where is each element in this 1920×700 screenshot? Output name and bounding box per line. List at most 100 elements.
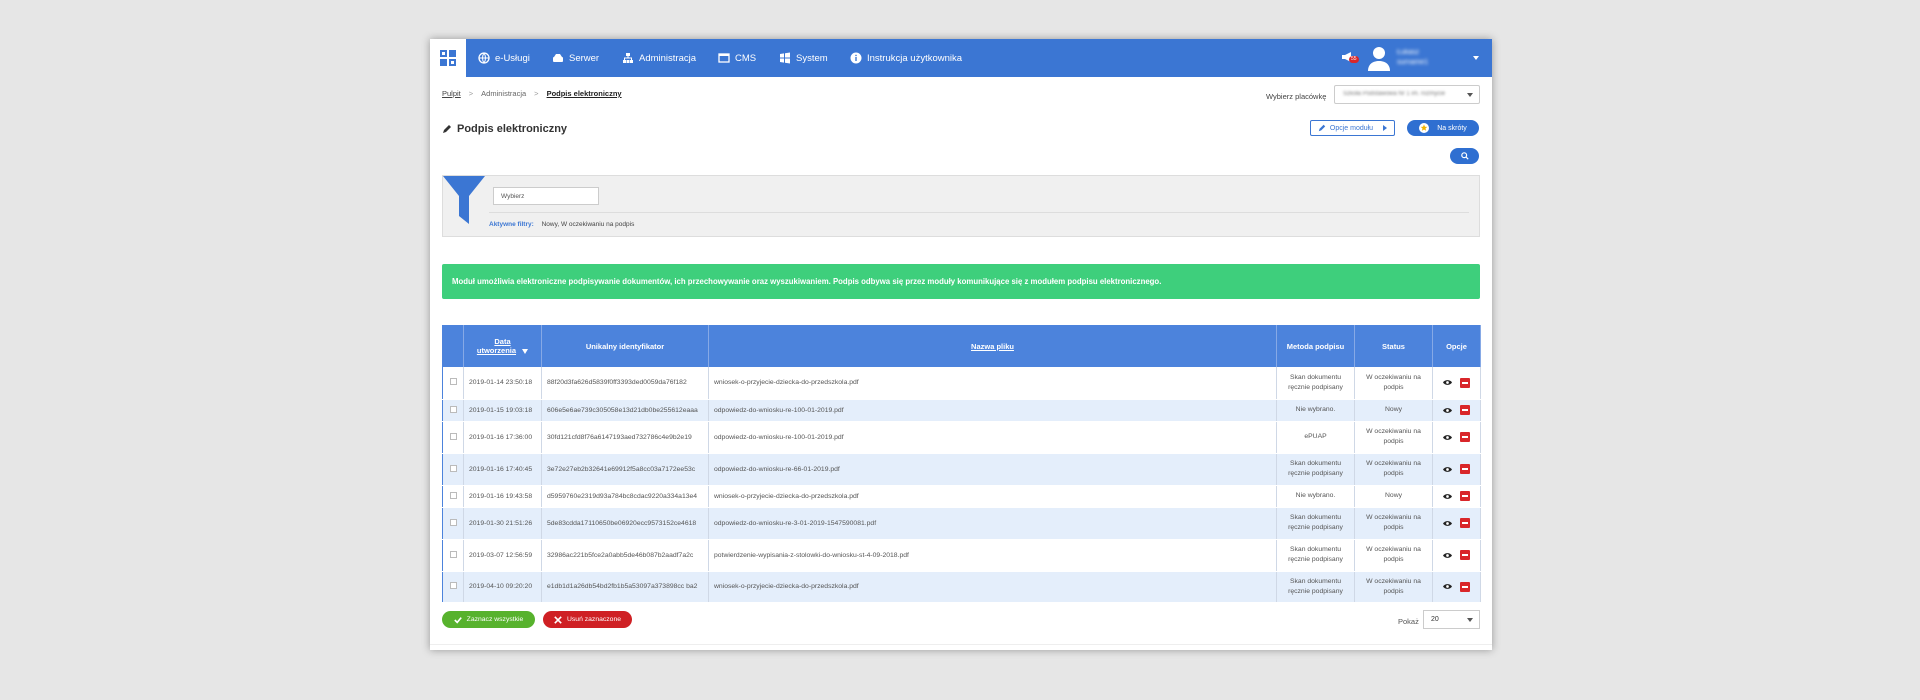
delete-row-icon[interactable] — [1460, 432, 1470, 442]
row-checkbox-cell — [442, 453, 464, 486]
cell-date: 2019-01-30 21:51:26 — [463, 507, 542, 540]
header-date[interactable]: Data utworzenia — [463, 325, 542, 367]
header-date-line2: utworzenia — [476, 346, 517, 355]
close-icon — [554, 615, 562, 624]
eye-icon[interactable] — [1443, 552, 1452, 559]
server-icon — [553, 54, 563, 62]
delete-row-icon[interactable] — [1460, 491, 1470, 501]
cell-line1: W oczekiwaniu na — [1366, 373, 1421, 381]
filter-select[interactable]: Wybierz — [493, 187, 599, 205]
eye-icon[interactable] — [1443, 379, 1452, 386]
cell-method: ePUAP — [1276, 421, 1355, 454]
star-icon — [1419, 123, 1430, 133]
active-filters-label: Aktywne filtry: — [489, 221, 534, 228]
sort-icon — [522, 348, 529, 354]
row-checkbox-cell — [442, 421, 464, 454]
user-menu[interactable]: Łukasz surname1 — [1367, 43, 1487, 73]
delete-selected-button[interactable]: Usuń zaznaczone — [543, 611, 632, 628]
cell-line2: podpis — [1383, 587, 1404, 595]
nav-item-system[interactable]: System — [779, 39, 828, 77]
row-checkbox[interactable] — [449, 550, 457, 558]
cell-line1: Nie wybrano. — [1295, 492, 1336, 499]
table-row: 2019-01-15 19:03:18 606e5e6ae739c305058e1… — [442, 399, 1481, 422]
cell-status: W oczekiwaniu na podpis — [1354, 367, 1433, 400]
row-checkbox[interactable] — [449, 491, 457, 499]
eye-icon[interactable] — [1443, 493, 1452, 500]
cell-uid: 606e5e6ae739c305058e13d21db0be255612eaaa — [541, 399, 709, 422]
delete-row-icon[interactable] — [1460, 518, 1470, 528]
app-logo[interactable] — [430, 39, 466, 77]
breadcrumb-separator: > — [534, 89, 539, 98]
table-row: 2019-01-14 23:50:18 88f20d3fa626d5839f0ff… — [442, 367, 1481, 400]
user-surname: surname1 — [1397, 59, 1429, 66]
row-checkbox[interactable] — [449, 432, 457, 440]
filter-divider — [489, 212, 1469, 213]
row-checkbox-cell — [442, 399, 464, 422]
eye-icon[interactable] — [1443, 434, 1452, 441]
delete-row-icon[interactable] — [1460, 464, 1470, 474]
row-checkbox[interactable] — [449, 582, 457, 589]
cell-status: W oczekiwaniu na podpis — [1354, 571, 1433, 603]
header-options: Opcje — [1432, 325, 1481, 367]
delete-row-icon[interactable] — [1460, 405, 1470, 415]
nav-item-cms[interactable]: CMS — [718, 39, 756, 77]
header-filename-label: Nazwa pliku — [971, 341, 1014, 351]
nav-item-instrukcja[interactable]: Instrukcja użytkownika — [850, 39, 962, 77]
cell-date: 2019-01-14 23:50:18 — [463, 367, 542, 400]
info-alert-text: Moduł umożliwia elektroniczne podpisywan… — [452, 277, 1162, 286]
cell-filename: wniosek-o-przyjecie-dziecka-do-przedszko… — [708, 571, 1277, 603]
search-icon — [1460, 152, 1469, 160]
cell-method: Skan dokumentu ręcznie podpisany — [1276, 539, 1355, 572]
cell-options — [1432, 399, 1481, 422]
delete-row-icon[interactable] — [1460, 581, 1470, 592]
cell-method: Skan dokumentu ręcznie podpisany — [1276, 367, 1355, 400]
row-checkbox[interactable] — [449, 405, 457, 413]
shortcuts-button[interactable]: Na skróty — [1407, 120, 1479, 136]
row-checkbox-cell — [442, 539, 464, 572]
eye-icon[interactable] — [1443, 583, 1452, 590]
cell-line1: Skan dokumentu — [1289, 577, 1341, 585]
breadcrumb-current[interactable]: Podpis elektroniczny — [547, 89, 622, 98]
cell-filename: potwierdzenie-wypisania-z-stolowki-do-wn… — [708, 539, 1277, 572]
row-checkbox[interactable] — [449, 378, 457, 386]
placowka-select[interactable]: Szkoła Podstawowa Nr 1 im. rozmycie — [1334, 85, 1480, 104]
notifications-button[interactable]: 55 — [1341, 50, 1359, 66]
cell-line2: podpis — [1383, 470, 1404, 477]
cell-line1: W oczekiwaniu na — [1366, 460, 1421, 467]
select-all-button[interactable]: Zaznacz wszystkie — [442, 611, 535, 628]
sitemap-icon — [623, 53, 633, 63]
eye-icon[interactable] — [1443, 466, 1452, 473]
nav-item-administracja[interactable]: Administracja — [622, 39, 696, 77]
pen-icon — [1318, 124, 1326, 132]
cell-method: Nie wybrano. — [1276, 399, 1355, 422]
delete-row-icon[interactable] — [1460, 550, 1470, 560]
page-size-select[interactable]: 20 — [1423, 610, 1480, 629]
delete-row-icon[interactable] — [1460, 377, 1470, 388]
nav-item-e-uslugi[interactable]: e-Usługi — [478, 39, 530, 77]
breadcrumb-pulpit[interactable]: Pulpit — [442, 89, 461, 98]
header-filename[interactable]: Nazwa pliku — [708, 325, 1277, 367]
header-status: Status — [1354, 325, 1433, 367]
info-icon — [850, 52, 862, 64]
select-all-label: Zaznacz wszystkie — [466, 616, 524, 623]
eye-icon[interactable] — [1443, 520, 1452, 527]
avatar — [1368, 47, 1390, 71]
cell-line1: W oczekiwaniu na — [1366, 428, 1421, 435]
cell-line2: podpis — [1383, 383, 1404, 391]
cell-status: Nowy — [1354, 485, 1433, 508]
table-row: 2019-01-16 19:43:58 d5959760e2319d93a784b… — [442, 485, 1481, 508]
breadcrumb: Pulpit > Administracja > Podpis elektron… — [442, 89, 622, 98]
cell-line2: ręcznie podpisany — [1288, 587, 1343, 595]
row-checkbox[interactable] — [449, 464, 457, 472]
cell-line1: Skan dokumentu — [1289, 460, 1341, 467]
search-button[interactable] — [1450, 148, 1479, 164]
breadcrumb-administracja[interactable]: Administracja — [481, 89, 526, 98]
header-checkbox — [442, 325, 464, 367]
cell-uid: 5de83cdda17110650be06920ecc9573152ce4618 — [541, 507, 709, 540]
nav-item-serwer[interactable]: Serwer — [552, 39, 599, 77]
cell-date: 2019-01-16 19:43:58 — [463, 485, 542, 508]
eye-icon[interactable] — [1443, 407, 1452, 414]
cell-status: W oczekiwaniu na podpis — [1354, 421, 1433, 454]
module-options-button[interactable]: Opcje modułu — [1310, 120, 1395, 136]
row-checkbox[interactable] — [449, 518, 457, 526]
